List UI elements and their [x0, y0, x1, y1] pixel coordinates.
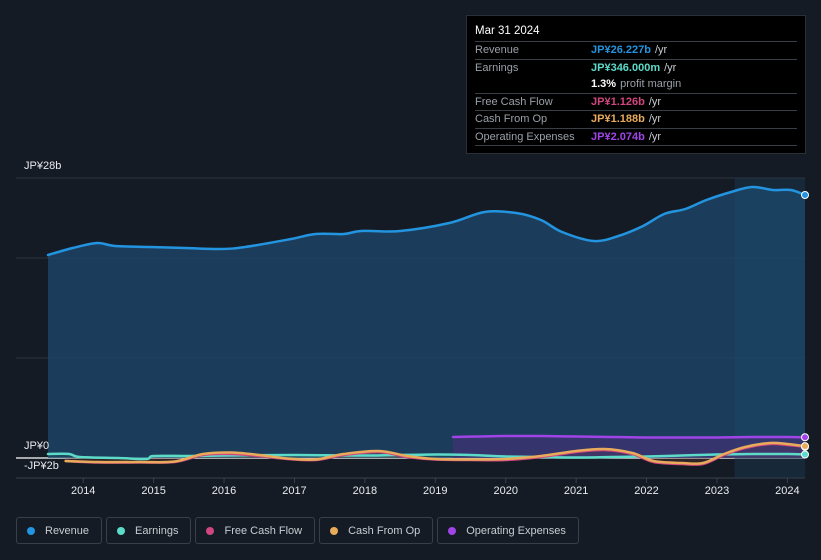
legend-item-operating-expenses[interactable]: Operating Expenses — [437, 517, 579, 544]
tooltip-row-fcf: Free Cash Flow JP¥1.126b /yr — [475, 94, 797, 111]
legend-label: Revenue — [45, 524, 90, 537]
cash-from-op-dot-icon — [330, 526, 339, 535]
free-cash-flow-dot-icon — [206, 526, 215, 535]
y-label-zero: JP¥0 — [24, 440, 50, 452]
tooltip-row-earnings: Earnings JP¥346.000m /yr — [475, 60, 797, 77]
profit-margin-text: profit margin — [620, 78, 682, 91]
tooltip-unit: /yr — [654, 44, 668, 57]
tooltip: Mar 31 2024 Revenue JP¥26.227b /yr Earni… — [466, 15, 806, 154]
x-tick-label: 2019 — [423, 485, 448, 497]
legend: Revenue Earnings Free Cash Flow Cash Fro… — [16, 517, 579, 544]
tooltip-row-opex: Operating Expenses JP¥2.074b /yr — [475, 129, 797, 146]
x-tick-label: 2023 — [704, 485, 730, 497]
tooltip-unit: /yr — [648, 95, 662, 108]
tooltip-value: JP¥346.000m — [591, 61, 661, 74]
tooltip-unit: /yr — [648, 130, 662, 143]
x-tick-label: 2015 — [141, 485, 166, 497]
tooltip-label: Free Cash Flow — [475, 95, 553, 108]
tooltip-label: Revenue — [475, 44, 520, 57]
tooltip-unit: /yr — [664, 61, 677, 74]
y-label-bottom: -JP¥2b — [24, 460, 59, 472]
earnings-end-dot — [801, 450, 809, 459]
legend-item-free-cash-flow[interactable]: Free Cash Flow — [195, 517, 316, 544]
x-tick-label: 2024 — [775, 485, 800, 497]
earnings-dot-icon — [117, 526, 126, 535]
tooltip-label: Operating Expenses — [475, 130, 575, 143]
x-tick-label: 2021 — [563, 485, 589, 497]
x-tick-label: 2020 — [493, 485, 518, 497]
legend-item-revenue[interactable]: Revenue — [16, 517, 103, 544]
operating-expenses-end-dot — [801, 433, 809, 442]
tooltip-unit: /yr — [648, 113, 662, 126]
legend-label: Earnings — [135, 524, 179, 537]
tooltip-value: JP¥1.126b — [591, 95, 645, 108]
tooltip-row-cfo: Cash From Op JP¥1.188b /yr — [475, 111, 797, 129]
legend-label: Free Cash Flow — [224, 524, 303, 537]
tooltip-label: Earnings — [475, 61, 519, 74]
tooltip-row-revenue: Revenue JP¥26.227b /yr — [475, 42, 797, 60]
legend-item-earnings[interactable]: Earnings — [106, 517, 192, 544]
operating-expenses-dot-icon — [448, 526, 457, 535]
tooltip-value: JP¥26.227b — [591, 44, 651, 57]
legend-item-cash-from-op[interactable]: Cash From Op — [319, 517, 434, 544]
x-tick-label: 2017 — [282, 485, 307, 497]
cash-from-op-end-dot — [801, 442, 809, 451]
x-tick-label: 2022 — [634, 485, 659, 497]
profit-margin-value: 1.3% — [591, 78, 617, 91]
tooltip-label: Cash From Op — [475, 113, 548, 126]
x-axis-ticks — [82, 478, 788, 483]
revenue-dot-icon — [27, 526, 35, 535]
tooltip-row-margin: 1.3% profit margin — [475, 76, 797, 94]
y-label-top: JP¥28b — [24, 160, 62, 172]
x-tick-label: 2016 — [211, 485, 237, 497]
x-tick-label: 2014 — [70, 485, 96, 497]
legend-label: Cash From Op — [348, 524, 421, 537]
tooltip-date: Mar 31 2024 — [475, 16, 797, 42]
tooltip-value: JP¥2.074b — [591, 130, 645, 143]
tooltip-value: JP¥1.188b — [591, 113, 645, 126]
revenue-end-dot — [801, 191, 809, 199]
legend-label: Operating Expenses — [466, 524, 566, 537]
x-tick-label: 2018 — [352, 485, 378, 497]
